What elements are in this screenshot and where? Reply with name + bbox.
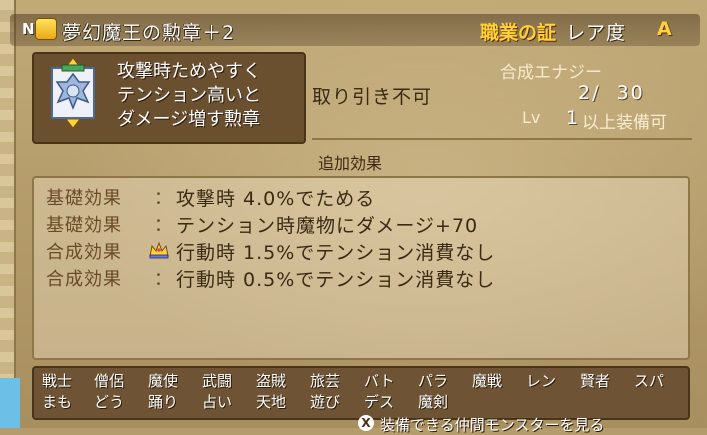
extra-effects-title: 追加効果 bbox=[318, 154, 383, 173]
effect-category: 基礎効果 bbox=[46, 188, 122, 209]
effect-colon: ： bbox=[154, 269, 172, 290]
job-label: 盗賊 bbox=[256, 372, 287, 390]
rarity-label: レア度 bbox=[566, 22, 627, 44]
rank-label: N bbox=[22, 20, 35, 38]
job-label: 天地 bbox=[256, 393, 287, 411]
synthesis-energy-value: 2/ 30 bbox=[578, 82, 645, 104]
job-label: デス bbox=[364, 393, 395, 411]
item-description: 攻撃時ためやすく テンション高いと ダメージ増す勲章 bbox=[117, 60, 261, 132]
level-label: Lv bbox=[522, 108, 541, 127]
view-monsters-hint[interactable]: 装備できる仲間モンスターを見る bbox=[380, 414, 604, 435]
effect-category: 合成効果 bbox=[46, 242, 122, 263]
item-title: 夢幻魔王の勲章＋2 bbox=[62, 22, 236, 44]
job-label: 魔剣 bbox=[418, 393, 449, 411]
crown-icon bbox=[149, 241, 169, 259]
job-label: レン bbox=[526, 372, 557, 390]
job-label: 戦士 bbox=[42, 372, 73, 390]
effect-text: テンション時魔物にダメージ+70 bbox=[176, 215, 479, 237]
job-label: 賢者 bbox=[580, 372, 611, 390]
trade-status: 取り引き不可 bbox=[312, 86, 433, 108]
rarity-value: A bbox=[657, 18, 672, 40]
job-label: 僧侶 bbox=[94, 372, 125, 390]
level-value: 1 bbox=[566, 107, 579, 129]
item-description-line: 攻撃時ためやすく bbox=[117, 61, 261, 82]
job-label: まも bbox=[42, 393, 73, 411]
item-description-line: ダメージ増す勲章 bbox=[117, 109, 261, 130]
effect-category: 合成効果 bbox=[46, 269, 122, 290]
item-description-line: テンション高いと bbox=[117, 85, 261, 106]
effect-colon: ： bbox=[154, 215, 172, 236]
effect-colon: ： bbox=[154, 188, 172, 209]
effect-text: 攻撃時 4.0%でためる bbox=[176, 188, 376, 210]
background-sky-strip bbox=[0, 378, 20, 428]
coin-bag-icon bbox=[35, 18, 57, 40]
level-requirement-text: 以上装備可 bbox=[582, 113, 667, 133]
effect-text: 行動時 1.5%でテンション消費なし bbox=[176, 242, 496, 264]
effect-text: 行動時 0.5%でテンション消費なし bbox=[176, 269, 496, 291]
job-label: バト bbox=[364, 372, 395, 390]
job-label: 占い bbox=[202, 393, 233, 411]
job-label: スパ bbox=[634, 372, 665, 390]
effect-category: 基礎効果 bbox=[46, 215, 122, 236]
medal-icon bbox=[51, 58, 95, 128]
window-left-edge bbox=[0, 0, 16, 428]
job-label: パラ bbox=[418, 372, 449, 390]
job-label: 踊り bbox=[148, 393, 179, 411]
divider bbox=[312, 138, 692, 140]
job-label: 魔戦 bbox=[472, 372, 503, 390]
synthesis-energy-label: 合成エナジー bbox=[500, 63, 602, 83]
x-button-icon[interactable]: X bbox=[358, 415, 374, 431]
job-label: 魔使 bbox=[148, 372, 179, 390]
job-label: どう bbox=[94, 393, 125, 411]
job-label: 武闘 bbox=[202, 372, 233, 390]
job-label: 遊び bbox=[310, 393, 341, 411]
job-label: 旅芸 bbox=[310, 372, 341, 390]
job-certificate-label: 職業の証 bbox=[480, 22, 557, 44]
